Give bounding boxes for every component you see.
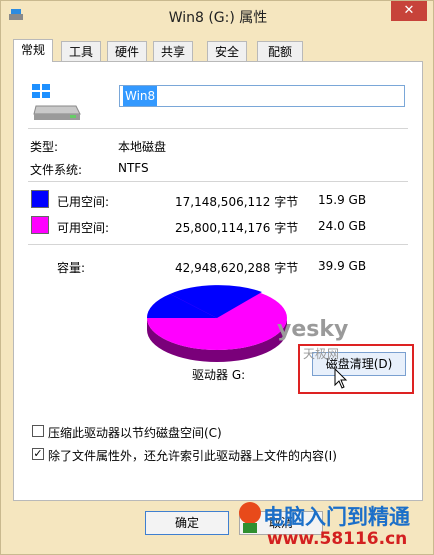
free-space-size: 24.0 GB — [318, 219, 367, 233]
drive-name-value: Win8 — [123, 86, 158, 106]
site-logo-icon — [239, 502, 261, 533]
index-checkbox[interactable]: ✓ — [32, 448, 44, 460]
type-label: 类型: — [30, 140, 59, 154]
window-title: Win8 (G:) 属性 — [168, 10, 268, 26]
site-title-watermark: 电脑入门到精通 — [263, 505, 410, 529]
compress-checkbox[interactable] — [32, 425, 44, 437]
ok-button[interactable]: 确定 — [145, 511, 229, 535]
site-url-watermark: www.58116.cn — [267, 529, 408, 549]
divider — [28, 128, 408, 129]
divider — [28, 244, 408, 245]
capacity-label: 容量: — [57, 261, 86, 275]
drive-name-input[interactable]: Win8 — [119, 85, 405, 107]
capacity-size: 39.9 GB — [318, 259, 367, 273]
tab-quota[interactable]: 配额 — [257, 41, 303, 61]
title-bar: Win8 (G:) 属性 ✕ — [1, 1, 434, 31]
free-space-label: 可用空间: — [57, 221, 110, 235]
tab-security[interactable]: 安全 — [207, 41, 247, 61]
tab-tools[interactable]: 工具 — [61, 41, 101, 61]
properties-dialog: Win8 (G:) 属性 ✕ 常规 工具 硬件 共享 安全 配额 Win8 类型… — [0, 0, 434, 555]
index-option-label: 除了文件属性外，还允许索引此驱动器上文件的内容(I) — [48, 449, 337, 463]
general-panel: Win8 类型: 本地磁盘 文件系统: NTFS 已用空间: 17,148,50… — [13, 61, 423, 501]
used-space-swatch — [31, 190, 49, 208]
type-value: 本地磁盘 — [118, 140, 167, 154]
used-space-label: 已用空间: — [57, 195, 110, 209]
yesky-cn-watermark: 天极网 — [303, 347, 340, 361]
used-space-bytes: 17,148,506,112 字节 — [175, 195, 299, 209]
mouse-cursor-icon — [334, 368, 348, 389]
compress-option-label: 压缩此驱动器以节约磁盘空间(C) — [48, 426, 222, 440]
filesystem-value: NTFS — [118, 161, 149, 175]
drive-letter-label: 驱动器 G: — [192, 368, 246, 382]
tab-hardware[interactable]: 硬件 — [107, 41, 147, 61]
capacity-bytes: 42,948,620,288 字节 — [175, 261, 299, 275]
free-space-bytes: 25,800,114,176 字节 — [175, 221, 299, 235]
divider — [28, 181, 408, 182]
yesky-watermark: yesky — [277, 317, 349, 342]
tab-general[interactable]: 常规 — [13, 39, 53, 62]
filesystem-label: 文件系统: — [30, 163, 83, 177]
tab-sharing[interactable]: 共享 — [153, 41, 193, 61]
free-space-swatch — [31, 216, 49, 234]
close-button[interactable]: ✕ — [391, 1, 427, 21]
used-space-size: 15.9 GB — [318, 193, 367, 207]
disk-usage-pie — [146, 285, 287, 362]
drive-icon — [32, 84, 81, 120]
